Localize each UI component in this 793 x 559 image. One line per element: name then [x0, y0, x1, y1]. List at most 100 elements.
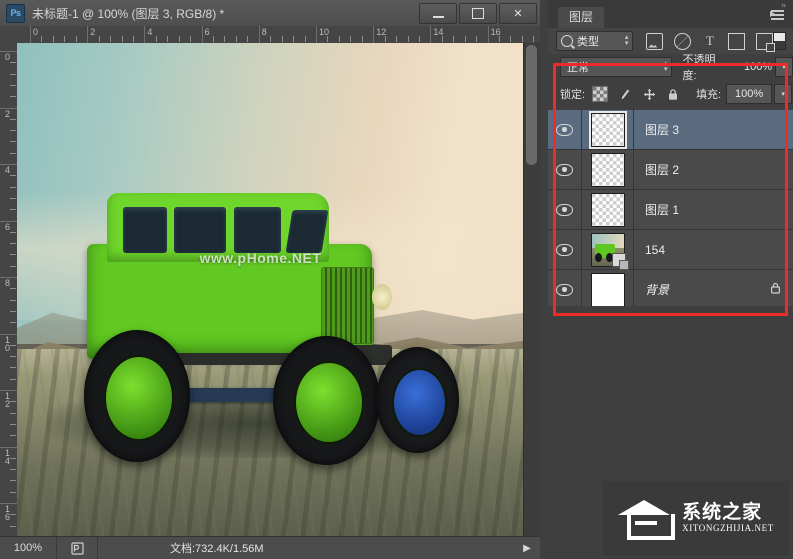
watermark-en-text: XITONGZHIJIA.NET	[682, 523, 774, 533]
ruler-minor-tick	[75, 36, 77, 42]
document-title: 未标题-1 @ 100% (图层 3, RGB/8) *	[32, 6, 225, 21]
fill-value[interactable]: 100%	[726, 84, 773, 104]
ruler-label: 6	[204, 27, 210, 37]
layer-row[interactable]: 图层 1	[548, 190, 793, 230]
status-expand-arrow[interactable]: ▶	[514, 543, 540, 554]
ruler-minor-tick	[178, 36, 180, 42]
ruler-minor-tick	[10, 84, 16, 86]
ruler-minor-tick	[10, 141, 16, 143]
ruler-minor-tick	[338, 36, 340, 42]
document-profile-icon[interactable]	[57, 537, 98, 559]
ruler-minor-tick	[167, 36, 169, 42]
ruler-minor-tick	[110, 36, 112, 42]
layer-visibility-toggle[interactable]	[548, 230, 582, 269]
canvas-vertical-scrollbar[interactable]	[523, 43, 540, 537]
ruler-minor-tick	[52, 36, 54, 42]
ruler-minor-tick	[476, 36, 478, 42]
lock-image-pixels-icon[interactable]	[617, 86, 633, 102]
jeep-spare-wheel	[376, 347, 460, 454]
ruler-label: 2	[90, 27, 96, 37]
panel-drag-handle[interactable]: »	[548, 0, 793, 10]
smart-object-badge-icon	[612, 253, 629, 270]
ruler-minor-tick	[293, 36, 295, 42]
lock-transparent-pixels-icon[interactable]	[592, 86, 609, 102]
layer-thumbnail-cell[interactable]	[582, 150, 634, 189]
text-layer-filter-icon[interactable]: T	[702, 33, 717, 49]
smart-object-filter-icon[interactable]	[756, 32, 776, 52]
ruler-minor-tick	[247, 36, 249, 42]
ruler-label: 14	[4, 447, 10, 466]
lock-all-icon[interactable]	[666, 87, 680, 101]
ruler-minor-tick	[121, 36, 123, 42]
ruler-label: 12	[4, 391, 10, 409]
eye-icon	[556, 203, 573, 216]
pixel-layer-filter-icon[interactable]	[646, 32, 664, 50]
fill-dropdown-arrow[interactable]: ▾	[774, 84, 793, 104]
ruler-minor-tick	[407, 36, 409, 42]
blend-mode-select[interactable]: 正常 ▴ ▾	[560, 56, 673, 77]
layer-thumbnail-cell[interactable]	[582, 110, 634, 149]
zoom-level[interactable]: 100%	[0, 537, 57, 559]
ruler-minor-tick	[10, 356, 16, 358]
layer-thumbnail	[588, 110, 627, 149]
layer-filter-type-select[interactable]: 类型 ▴ ▾	[556, 31, 634, 51]
layer-row[interactable]: 背景	[548, 270, 793, 310]
document-window: Ps 未标题-1 @ 100% (图层 3, RGB/8) * ✕ 0 2 4 6 8 1…	[0, 0, 540, 559]
layer-thumbnail-cell[interactable]	[582, 190, 634, 229]
jeep-front-wheel	[273, 336, 381, 465]
ruler-minor-tick	[10, 299, 16, 301]
layer-visibility-toggle[interactable]	[548, 110, 582, 149]
ruler-minor-tick	[10, 412, 16, 414]
ruler-minor-tick	[10, 525, 16, 527]
ruler-minor-tick	[521, 36, 523, 42]
ruler-minor-tick	[10, 514, 16, 516]
layer-row[interactable]: 图层 2	[548, 150, 793, 190]
ruler-minor-tick	[499, 36, 501, 42]
opacity-dropdown-arrow[interactable]: ▾	[775, 56, 793, 77]
ruler-minor-tick	[10, 435, 16, 437]
ruler-minor-tick	[281, 36, 283, 42]
status-bar: 100% 文档:732.4K/1.56M ▶	[0, 536, 540, 559]
opacity-value[interactable]: 100%	[732, 61, 772, 73]
tab-layers[interactable]: 图层	[558, 7, 605, 28]
layer-name: 154	[645, 242, 666, 257]
ruler-corner[interactable]	[0, 26, 18, 44]
eye-icon	[556, 243, 573, 256]
adjustment-layer-filter-icon[interactable]	[674, 32, 692, 50]
layer-filter-icons: T	[646, 32, 776, 52]
scrollbar-thumb[interactable]	[526, 45, 537, 165]
layer-row[interactable]: 图层 3	[548, 110, 793, 150]
layer-row[interactable]: 154	[548, 230, 793, 270]
layer-thumbnail-cell[interactable]	[582, 270, 634, 309]
minimize-icon	[432, 16, 444, 18]
document-size-text: 文档:732.4K/1.56M	[170, 543, 264, 555]
shape-layer-filter-icon[interactable]	[728, 32, 746, 50]
ruler-minor-tick	[213, 36, 215, 42]
horizontal-ruler[interactable]: 0 2 4 6 8 10 12 14 16	[17, 26, 540, 44]
layer-visibility-toggle[interactable]	[548, 270, 582, 309]
ruler-minor-tick	[10, 457, 16, 459]
layer-thumbnail-cell[interactable]	[582, 230, 634, 270]
jeep-window	[174, 207, 226, 253]
close-button[interactable]: ✕	[499, 3, 537, 24]
panel-menu-icon[interactable]	[770, 10, 787, 24]
watermark-cn-text: 系统之家	[682, 502, 763, 523]
title-bar: Ps 未标题-1 @ 100% (图层 3, RGB/8) * ✕	[0, 0, 540, 27]
logo-roof	[618, 500, 671, 515]
layer-visibility-toggle[interactable]	[548, 190, 582, 229]
layer-name: 图层 1	[645, 203, 680, 217]
minimize-button[interactable]	[419, 3, 457, 24]
vertical-ruler[interactable]: 0 2 4 6 8 10 12 14 16	[0, 43, 18, 537]
canvas-area[interactable]: www.pHome.NET	[17, 43, 524, 537]
ruler-minor-tick	[10, 344, 16, 346]
ruler-minor-tick	[10, 209, 16, 211]
layer-visibility-toggle[interactable]	[548, 150, 582, 189]
lock-position-icon[interactable]	[642, 87, 656, 101]
ruler-label: 0	[4, 52, 10, 62]
ruler-minor-tick	[235, 36, 237, 42]
eye-icon	[556, 163, 573, 176]
ruler-minor-tick	[510, 36, 512, 42]
maximize-button[interactable]	[459, 3, 497, 24]
ruler-minor-tick	[10, 423, 16, 425]
search-icon	[561, 35, 573, 47]
